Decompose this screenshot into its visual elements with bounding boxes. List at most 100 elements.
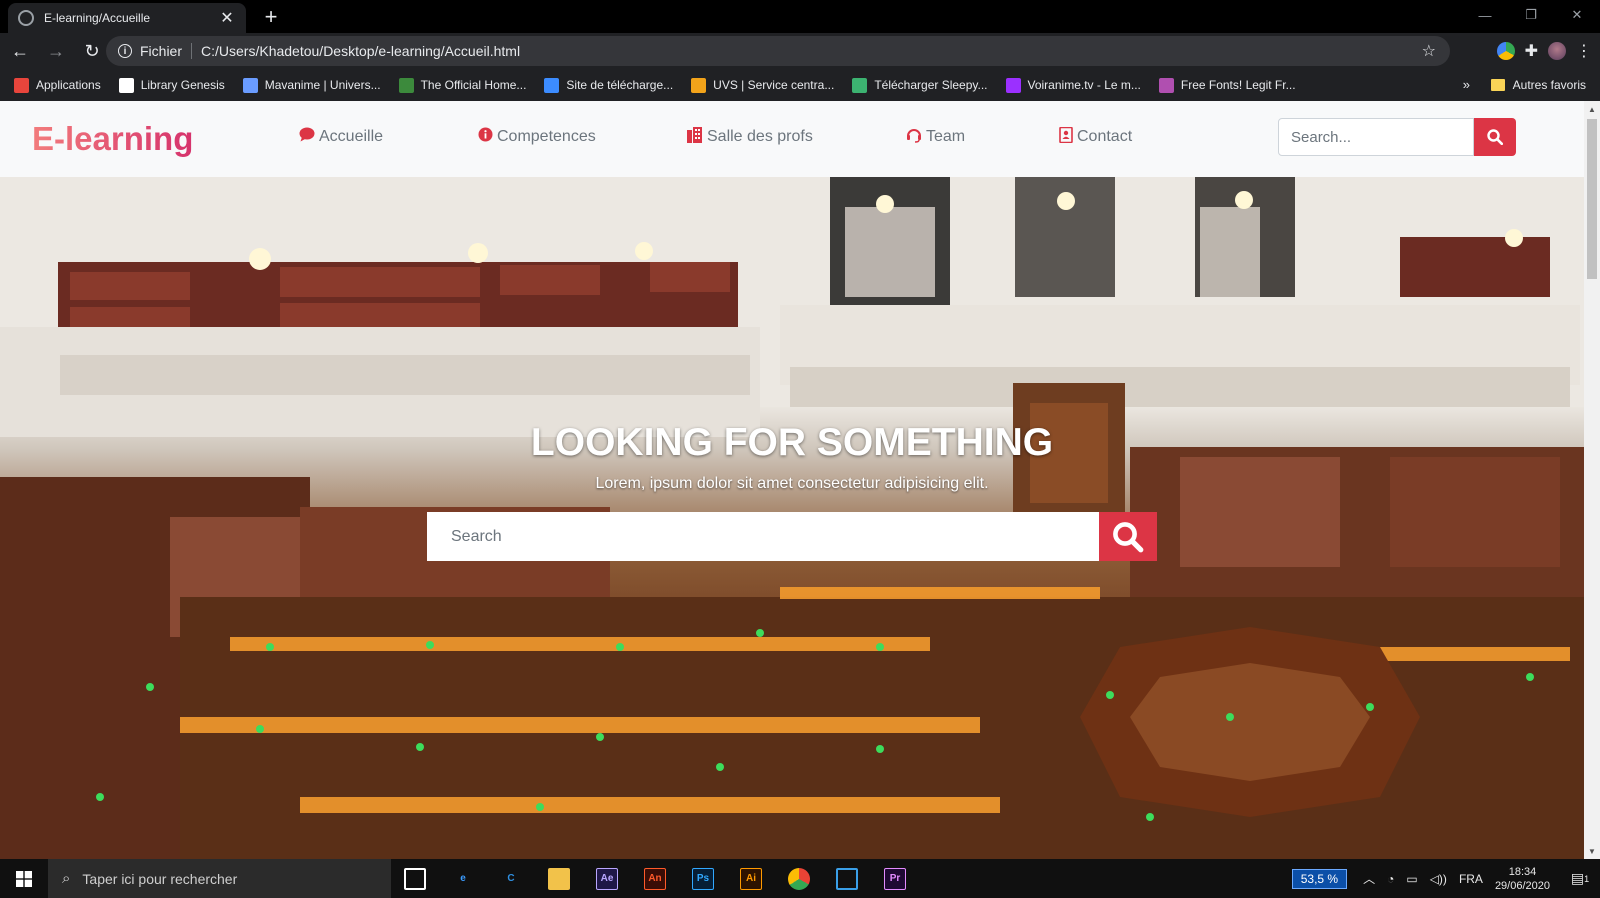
taskbar-search[interactable]: ⌕ Taper ici pour rechercher — [48, 859, 391, 898]
taskbar-app-chrome[interactable] — [775, 859, 823, 898]
browser-tab[interactable]: E-learning/Accueille ✕ — [8, 3, 246, 33]
taskbar-app-task-view[interactable] — [391, 859, 439, 898]
bookmark-item[interactable]: Site de télécharge... — [544, 77, 674, 93]
taskbar-app-animate[interactable]: An — [631, 859, 679, 898]
nav-label: Team — [926, 128, 966, 145]
taskbar-app-edge[interactable]: e — [439, 859, 487, 898]
address-card-icon — [1059, 126, 1073, 147]
new-tab-button[interactable]: + — [258, 4, 284, 30]
extension-icon[interactable] — [1496, 42, 1515, 60]
chevron-up-icon[interactable]: ︿ — [1363, 870, 1375, 887]
notifications-button[interactable]: ▤ 1 — [1560, 859, 1600, 898]
url-separator — [191, 43, 193, 59]
reload-button[interactable]: ↻ — [76, 35, 108, 67]
scroll-up-arrow-icon[interactable]: ▲ — [1584, 101, 1600, 117]
wifi-icon[interactable]: ◔ — [1387, 872, 1394, 886]
info-icon[interactable]: i — [118, 44, 132, 58]
task-view-icon — [404, 867, 426, 890]
volume-icon[interactable]: ◁)) — [1430, 872, 1447, 886]
edge-icon: e — [460, 873, 466, 884]
scroll-thumb[interactable] — [1587, 119, 1597, 279]
navbar-search-button[interactable] — [1474, 118, 1516, 156]
nav-label: Competences — [497, 127, 596, 145]
restore-button[interactable]: ❐ — [1508, 0, 1554, 30]
language-indicator[interactable]: FRA — [1459, 872, 1483, 886]
taskbar-app-illustrator[interactable]: Ai — [727, 859, 775, 898]
clock[interactable]: 18:34 29/06/2020 — [1495, 865, 1550, 893]
back-button[interactable]: ← — [4, 35, 36, 67]
close-window-button[interactable]: ✕ — [1554, 0, 1600, 30]
nav-item-contact[interactable]: Contact — [1059, 126, 1132, 147]
taskbar-apps: e C Ae An Ps Ai Pr — [391, 859, 919, 898]
other-bookmarks-label: Autres favoris — [1512, 78, 1586, 92]
minimize-button[interactable]: — — [1462, 0, 1508, 30]
zoom-indicator[interactable]: 53,5 % — [1291, 868, 1348, 889]
navbar-search-input[interactable] — [1278, 118, 1474, 156]
hero-search-input[interactable] — [427, 512, 1099, 561]
notification-icon: ▤ — [1570, 870, 1585, 886]
bookmark-item[interactable]: The Official Home... — [398, 77, 527, 93]
nav-item-competences[interactable]: Competences — [478, 127, 596, 146]
bookmark-favicon-icon — [1005, 77, 1021, 93]
after-effects-icon: Ae — [596, 867, 618, 890]
nav-label: Accueille — [319, 127, 384, 145]
extensions-area: ✚ ⋮ — [1496, 33, 1592, 69]
bookmark-item[interactable]: UVS | Service centra... — [691, 77, 835, 93]
bookmark-label: UVS | Service centra... — [713, 78, 835, 92]
taskbar-app-premiere[interactable]: Pr — [871, 859, 919, 898]
bookmark-item[interactable]: Mavanime | Univers... — [242, 77, 381, 93]
system-tray: 53,5 % ︿ ◔ ▭ ◁)) FRA 18:34 29/06/2020 ▤ … — [1291, 859, 1600, 898]
vscode-icon — [836, 867, 858, 890]
clock-time: 18:34 — [1508, 865, 1537, 878]
hero-search-button[interactable] — [1099, 512, 1157, 561]
bookmarks-bar: Applications Library Genesis Mavanime | Un… — [0, 69, 1600, 101]
tab-title: E-learning/Accueille — [44, 11, 151, 25]
taskbar-app-ccleaner[interactable]: C — [487, 859, 535, 898]
folder-icon — [1490, 79, 1505, 91]
taskbar-app-vscode[interactable] — [823, 859, 871, 898]
file-explorer-icon — [548, 867, 570, 890]
comment-icon — [299, 127, 315, 146]
bookmark-label: Applications — [36, 78, 101, 92]
search-icon: ⌕ — [62, 870, 71, 887]
start-button[interactable] — [0, 859, 48, 898]
puzzle-icon[interactable]: ✚ — [1525, 41, 1538, 61]
browser-toolbar: ← → ↻ i Fichier C:/Users/Khadetou/Deskto… — [0, 33, 1600, 69]
brand-logo[interactable]: E-learning — [32, 120, 193, 158]
taskbar-app-file-explorer[interactable] — [535, 859, 583, 898]
bookmark-label: Free Fonts! Legit Fr... — [1180, 78, 1296, 92]
battery-icon[interactable]: ▭ — [1406, 872, 1417, 886]
close-tab-icon[interactable]: ✕ — [218, 8, 236, 28]
bookmark-item[interactable]: Free Fonts! Legit Fr... — [1158, 77, 1296, 93]
ccleaner-icon: C — [507, 873, 515, 884]
bookmark-item[interactable]: Télécharger Sleepy... — [852, 77, 988, 93]
other-bookmarks[interactable]: Autres favoris — [1490, 69, 1586, 101]
bookmarks-overflow-button[interactable]: » — [1463, 77, 1470, 92]
bookmark-item[interactable]: Applications — [14, 77, 101, 93]
bookmark-star-icon[interactable]: ☆ — [1422, 41, 1436, 61]
bookmark-item[interactable]: Voiranime.tv - Le m... — [1005, 77, 1141, 93]
window-controls: — ❐ ✕ — [1462, 0, 1600, 30]
forward-button[interactable]: → — [40, 35, 72, 67]
taskbar-app-photoshop[interactable]: Ps — [679, 859, 727, 898]
bookmark-item[interactable]: Library Genesis — [118, 77, 225, 93]
avatar[interactable] — [1548, 42, 1566, 60]
address-bar[interactable]: i Fichier C:/Users/Khadetou/Desktop/e-le… — [106, 36, 1450, 66]
bookmark-favicon-icon — [544, 77, 560, 93]
nav-item-salle-des-profs[interactable]: Salle des profs — [686, 127, 813, 147]
illustrator-icon: Ai — [740, 867, 762, 890]
building-icon — [686, 127, 703, 147]
menu-kebab-icon[interactable]: ⋮ — [1576, 41, 1592, 61]
taskbar-app-after-effects[interactable]: Ae — [583, 859, 631, 898]
headset-icon — [906, 127, 922, 147]
nav-item-accueille[interactable]: Accueille — [299, 127, 383, 146]
bookmark-label: Site de télécharge... — [566, 78, 674, 92]
nav-item-team[interactable]: Team — [906, 127, 965, 147]
page-scrollbar[interactable]: ▲ ▼ — [1584, 101, 1600, 859]
animate-icon: An — [644, 867, 666, 890]
scroll-down-arrow-icon[interactable]: ▼ — [1584, 843, 1600, 859]
bookmark-label: The Official Home... — [420, 78, 527, 92]
bookmark-label: Voiranime.tv - Le m... — [1027, 78, 1141, 92]
url-text[interactable]: C:/Users/Khadetou/Desktop/e-learning/Acc… — [201, 43, 520, 59]
windows-logo-icon — [16, 870, 32, 887]
